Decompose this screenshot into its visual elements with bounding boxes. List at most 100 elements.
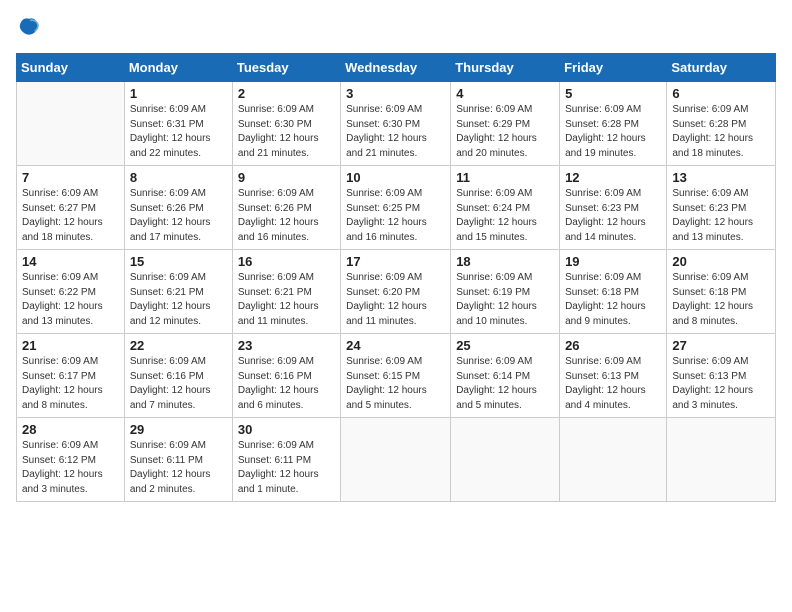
calendar-cell: 29 Sunrise: 6:09 AM Sunset: 6:11 PM Dayli… (124, 418, 232, 502)
day-info: Sunrise: 6:09 AM Sunset: 6:21 PM Dayligh… (130, 271, 227, 329)
calendar-cell: 21 Sunrise: 6:09 AM Sunset: 6:17 PM Dayli… (17, 334, 125, 418)
day-number: 29 (130, 422, 227, 437)
day-number: 18 (456, 254, 554, 269)
day-info: Sunrise: 6:09 AM Sunset: 6:22 PM Dayligh… (22, 271, 119, 329)
day-number: 5 (565, 86, 661, 101)
day-number: 27 (672, 338, 770, 353)
day-number: 25 (456, 338, 554, 353)
calendar-cell (451, 418, 560, 502)
calendar-cell: 17 Sunrise: 6:09 AM Sunset: 6:20 PM Dayli… (341, 250, 451, 334)
day-info: Sunrise: 6:09 AM Sunset: 6:11 PM Dayligh… (130, 439, 227, 497)
day-number: 16 (238, 254, 335, 269)
calendar-cell: 3 Sunrise: 6:09 AM Sunset: 6:30 PM Daylig… (341, 82, 451, 166)
calendar-table: SundayMondayTuesdayWednesdayThursdayFrid… (16, 53, 776, 502)
day-number: 1 (130, 86, 227, 101)
calendar-cell: 24 Sunrise: 6:09 AM Sunset: 6:15 PM Dayli… (341, 334, 451, 418)
day-info: Sunrise: 6:09 AM Sunset: 6:14 PM Dayligh… (456, 355, 554, 413)
calendar-cell: 25 Sunrise: 6:09 AM Sunset: 6:14 PM Dayli… (451, 334, 560, 418)
day-info: Sunrise: 6:09 AM Sunset: 6:28 PM Dayligh… (672, 103, 770, 161)
day-number: 17 (346, 254, 445, 269)
day-info: Sunrise: 6:09 AM Sunset: 6:26 PM Dayligh… (238, 187, 335, 245)
weekday-header-tuesday: Tuesday (232, 54, 340, 82)
calendar-cell: 30 Sunrise: 6:09 AM Sunset: 6:11 PM Dayli… (232, 418, 340, 502)
day-number: 24 (346, 338, 445, 353)
day-info: Sunrise: 6:09 AM Sunset: 6:18 PM Dayligh… (565, 271, 661, 329)
day-number: 26 (565, 338, 661, 353)
calendar-cell: 23Sunrise: 6:09 AM Sunset: 6:16 PM Dayli… (232, 334, 340, 418)
day-info: Sunrise: 6:09 AM Sunset: 6:30 PM Dayligh… (238, 103, 335, 161)
calendar-cell: 11 Sunrise: 6:09 AM Sunset: 6:24 PM Dayli… (451, 166, 560, 250)
weekday-header-wednesday: Wednesday (341, 54, 451, 82)
day-info: Sunrise: 6:09 AM Sunset: 6:23 PM Dayligh… (672, 187, 770, 245)
weekday-header-sunday: Sunday (17, 54, 125, 82)
day-info: Sunrise: 6:09 AM Sunset: 6:30 PM Dayligh… (346, 103, 445, 161)
day-info: Sunrise: 6:09 AM Sunset: 6:12 PM Dayligh… (22, 439, 119, 497)
day-info: Sunrise: 6:09 AM Sunset: 6:16 PM Dayligh… (238, 355, 335, 413)
weekday-header-thursday: Thursday (451, 54, 560, 82)
day-number: 9 (238, 170, 335, 185)
day-info: Sunrise: 6:09 AM Sunset: 6:23 PM Dayligh… (565, 187, 661, 245)
calendar-cell: 27 Sunrise: 6:09 AM Sunset: 6:13 PM Dayli… (667, 334, 776, 418)
day-number: 10 (346, 170, 445, 185)
calendar-cell: 15 Sunrise: 6:09 AM Sunset: 6:21 PM Dayli… (124, 250, 232, 334)
calendar-cell (667, 418, 776, 502)
day-number: 4 (456, 86, 554, 101)
day-number: 3 (346, 86, 445, 101)
day-number: 21 (22, 338, 119, 353)
day-info: Sunrise: 6:09 AM Sunset: 6:29 PM Dayligh… (456, 103, 554, 161)
calendar-cell (17, 82, 125, 166)
calendar-cell: 10 Sunrise: 6:09 AM Sunset: 6:25 PM Dayli… (341, 166, 451, 250)
day-info: Sunrise: 6:09 AM Sunset: 6:26 PM Dayligh… (130, 187, 227, 245)
calendar-cell: 16 Sunrise: 6:09 AM Sunset: 6:21 PM Dayli… (232, 250, 340, 334)
calendar-cell: 6 Sunrise: 6:09 AM Sunset: 6:28 PM Daylig… (667, 82, 776, 166)
calendar-cell: 5 Sunrise: 6:09 AM Sunset: 6:28 PM Daylig… (560, 82, 667, 166)
calendar-cell: 9 Sunrise: 6:09 AM Sunset: 6:26 PM Daylig… (232, 166, 340, 250)
day-info: Sunrise: 6:09 AM Sunset: 6:25 PM Dayligh… (346, 187, 445, 245)
day-number: 6 (672, 86, 770, 101)
day-info: Sunrise: 6:09 AM Sunset: 6:13 PM Dayligh… (672, 355, 770, 413)
day-number: 11 (456, 170, 554, 185)
day-info: Sunrise: 6:09 AM Sunset: 6:17 PM Dayligh… (22, 355, 119, 413)
day-info: Sunrise: 6:09 AM Sunset: 6:18 PM Dayligh… (672, 271, 770, 329)
calendar-cell: 4 Sunrise: 6:09 AM Sunset: 6:29 PM Daylig… (451, 82, 560, 166)
calendar-cell (341, 418, 451, 502)
calendar-cell (560, 418, 667, 502)
day-number: 22 (130, 338, 227, 353)
calendar-cell: 13 Sunrise: 6:09 AM Sunset: 6:23 PM Dayli… (667, 166, 776, 250)
calendar-cell: 28 Sunrise: 6:09 AM Sunset: 6:12 PM Dayli… (17, 418, 125, 502)
calendar-cell: 8 Sunrise: 6:09 AM Sunset: 6:26 PM Daylig… (124, 166, 232, 250)
day-number: 15 (130, 254, 227, 269)
calendar-cell: 14 Sunrise: 6:09 AM Sunset: 6:22 PM Dayli… (17, 250, 125, 334)
day-info: Sunrise: 6:09 AM Sunset: 6:27 PM Dayligh… (22, 187, 119, 245)
day-info: Sunrise: 6:09 AM Sunset: 6:31 PM Dayligh… (130, 103, 227, 161)
day-info: Sunrise: 6:09 AM Sunset: 6:28 PM Dayligh… (565, 103, 661, 161)
day-info: Sunrise: 6:09 AM Sunset: 6:24 PM Dayligh… (456, 187, 554, 245)
day-number: 2 (238, 86, 335, 101)
day-number: 28 (22, 422, 119, 437)
calendar-cell: 12 Sunrise: 6:09 AM Sunset: 6:23 PM Dayli… (560, 166, 667, 250)
calendar-cell: 19 Sunrise: 6:09 AM Sunset: 6:18 PM Dayli… (560, 250, 667, 334)
calendar-cell: 7 Sunrise: 6:09 AM Sunset: 6:27 PM Daylig… (17, 166, 125, 250)
day-info: Sunrise: 6:09 AM Sunset: 6:13 PM Dayligh… (565, 355, 661, 413)
weekday-header-saturday: Saturday (667, 54, 776, 82)
day-info: Sunrise: 6:09 AM Sunset: 6:11 PM Dayligh… (238, 439, 335, 497)
calendar-cell: 2 Sunrise: 6:09 AM Sunset: 6:30 PM Daylig… (232, 82, 340, 166)
day-info: Sunrise: 6:09 AM Sunset: 6:20 PM Dayligh… (346, 271, 445, 329)
calendar-cell: 18 Sunrise: 6:09 AM Sunset: 6:19 PM Dayli… (451, 250, 560, 334)
day-number: 12 (565, 170, 661, 185)
calendar-cell: 20 Sunrise: 6:09 AM Sunset: 6:18 PM Dayli… (667, 250, 776, 334)
day-number: 20 (672, 254, 770, 269)
day-info: Sunrise: 6:09 AM Sunset: 6:21 PM Dayligh… (238, 271, 335, 329)
day-info: Sunrise: 6:09 AM Sunset: 6:15 PM Dayligh… (346, 355, 445, 413)
day-number: 14 (22, 254, 119, 269)
day-info: Sunrise: 6:09 AM Sunset: 6:16 PM Dayligh… (130, 355, 227, 413)
day-info: Sunrise: 6:09 AM Sunset: 6:19 PM Dayligh… (456, 271, 554, 329)
weekday-header-monday: Monday (124, 54, 232, 82)
day-number: 8 (130, 170, 227, 185)
day-number: 13 (672, 170, 770, 185)
day-number: 30 (238, 422, 335, 437)
day-number: 7 (22, 170, 119, 185)
calendar-cell: 26 Sunrise: 6:09 AM Sunset: 6:13 PM Dayli… (560, 334, 667, 418)
day-number: 19 (565, 254, 661, 269)
calendar-cell: 22 Sunrise: 6:09 AM Sunset: 6:16 PM Dayli… (124, 334, 232, 418)
